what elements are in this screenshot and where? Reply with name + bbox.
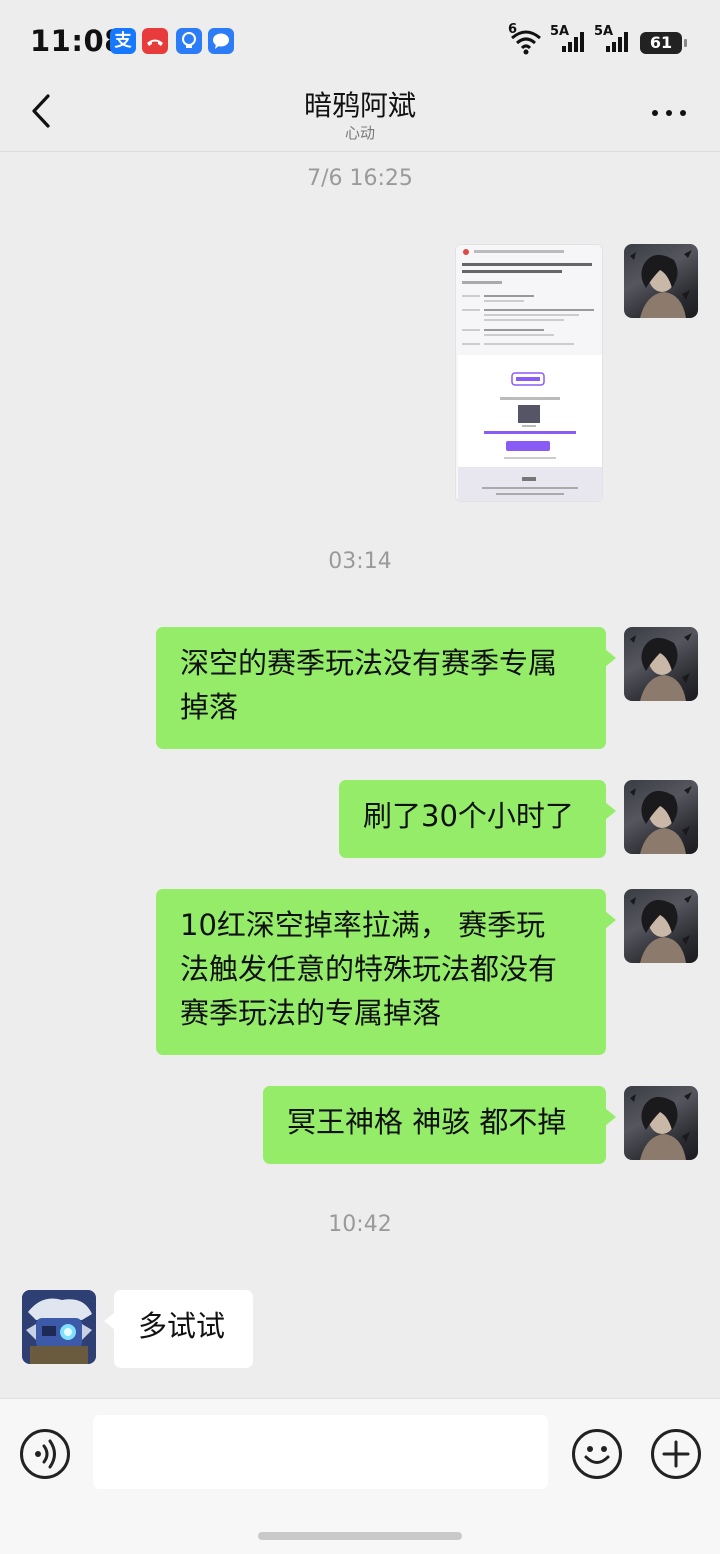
robot-character-image [22,1290,96,1364]
message-text-line: 掉落 [180,690,239,724]
more-functions-button[interactable] [651,1429,701,1479]
self-avatar[interactable] [624,244,698,318]
wifi-gen-label: 6 [508,22,518,37]
plus-icon [662,1440,690,1468]
portrait-image [630,1092,692,1160]
signal-2-icon: 5A [594,24,634,56]
message-text-input[interactable] [93,1415,548,1489]
more-options-button[interactable] [650,102,690,122]
message-timestamp: 03:14 [328,549,392,574]
signal-1-icon: 5A [550,24,590,56]
voice-icon [35,1439,56,1469]
missed-call-icon [142,28,168,54]
message-text: 刷了30个小时了 [363,799,574,833]
more-dot-icon [680,110,686,116]
incoming-message[interactable]: 多试试 [104,1290,253,1368]
message-text-line: 法触发任意的特殊玩法都没有 [180,952,558,986]
self-avatar[interactable] [624,627,698,701]
chat-subtitle: 心动 [344,124,375,142]
self-avatar[interactable] [624,889,698,963]
message-text-line: 10红深空掉率拉满， 赛季玩 [180,908,546,942]
chat-title[interactable]: 暗鸦阿斌 [0,84,720,124]
screenshot-thumbnail [456,245,602,501]
message-text: 冥王神格 神骇 都不掉 [287,1105,567,1139]
message-input-bar [0,1398,720,1554]
bulb-app-icon [176,28,202,54]
message-timestamp: 7/6 16:25 [307,166,413,191]
contact-avatar[interactable] [22,1290,96,1364]
wifi-icon: 6 [508,22,544,56]
voice-input-button[interactable] [20,1429,70,1479]
message-text-line: 深空的赛季玩法没有赛季专属 [180,646,558,680]
outgoing-message[interactable]: 冥王神格 神骇 都不掉 [263,1086,616,1164]
portrait-image [630,895,692,963]
portrait-image [630,633,692,701]
self-avatar[interactable] [624,780,698,854]
chat-header: 暗鸦阿斌 心动 [0,80,720,152]
message-app-icon [208,28,234,54]
message-timestamp: 10:42 [328,1212,392,1237]
portrait-image [630,250,692,318]
message-text: 多试试 [138,1309,226,1343]
message-text-line: 赛季玩法的专属掉落 [180,996,442,1030]
shared-screenshot-image[interactable] [455,244,603,502]
smiley-icon [584,1446,610,1464]
outgoing-message[interactable]: 深空的赛季玩法没有赛季专属 掉落 [156,627,616,749]
more-dot-icon [652,110,658,116]
home-indicator[interactable] [258,1532,462,1540]
portrait-image [630,786,692,854]
status-bar: 11:08 支 6 5A 5A 61 [0,0,720,80]
self-avatar[interactable] [624,1086,698,1160]
battery-icon: 61 [640,32,687,54]
emoji-button[interactable] [572,1429,622,1479]
outgoing-message[interactable]: 10红深空掉率拉满， 赛季玩 法触发任意的特殊玩法都没有 赛季玩法的专属掉落 [156,889,616,1055]
more-dot-icon [666,110,672,116]
outgoing-message[interactable]: 刷了30个小时了 [339,780,616,858]
alipay-icon: 支 [110,28,136,54]
